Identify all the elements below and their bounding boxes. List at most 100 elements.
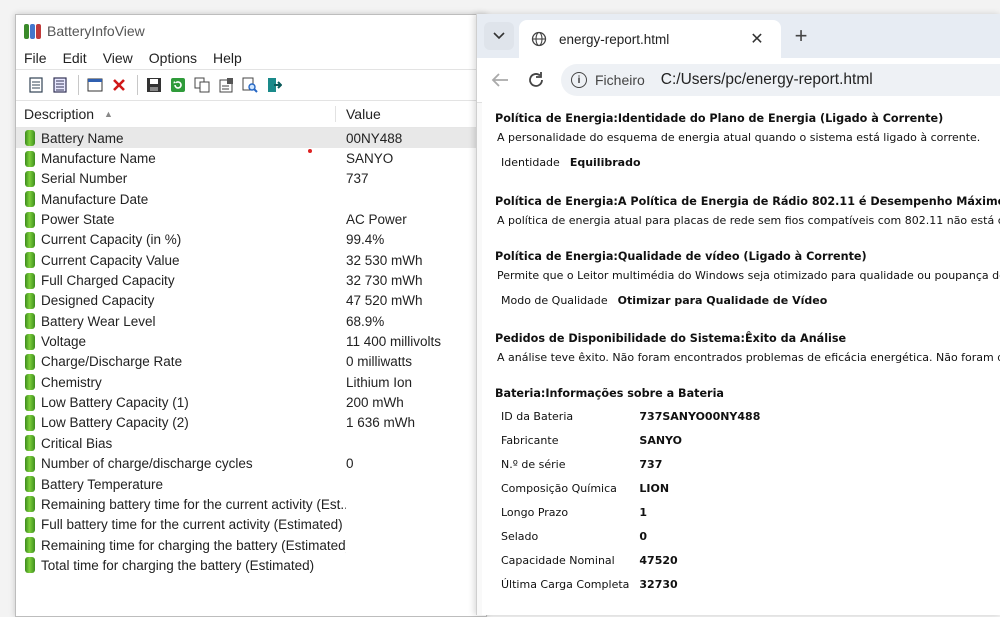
field-label: N.º de série: [501, 457, 566, 471]
tab-title: energy-report.html: [559, 31, 670, 47]
report-section: Bateria:Informações sobre a Bateria ID da…: [495, 387, 760, 596]
toolbar: [16, 69, 486, 101]
find-icon[interactable]: [240, 75, 260, 95]
menu-file[interactable]: File: [24, 50, 47, 66]
row-label: Manufacture Date: [41, 191, 149, 207]
table-row[interactable]: Manufacture Name SANYO: [16, 148, 486, 168]
report-section: Política de Energia:Qualidade de vídeo (…: [495, 250, 1000, 312]
url-field[interactable]: i Ficheiro C:/Users/pc/energy-report.htm…: [561, 64, 1000, 96]
row-label: Number of charge/discharge cycles: [41, 456, 253, 472]
table-row[interactable]: Chemistry Lithium Ion: [16, 372, 486, 392]
table-row[interactable]: Current Capacity Value 32 530 mWh: [16, 250, 486, 270]
reload-icon[interactable]: [525, 69, 547, 91]
tab-search-chevron-down-icon[interactable]: [484, 22, 514, 50]
table-row[interactable]: Critical Bias: [16, 433, 486, 453]
window-title: BatteryInfoView: [47, 23, 145, 39]
table-row[interactable]: Current Capacity (in %) 99.4%: [16, 230, 486, 250]
table-row[interactable]: Battery Temperature: [16, 474, 486, 494]
list-header: Description ▲ Value: [16, 101, 486, 128]
battery-icon: [25, 292, 35, 309]
row-label: Low Battery Capacity (2): [41, 415, 189, 431]
table-row[interactable]: Serial Number 737: [16, 169, 486, 189]
table-row[interactable]: Low Battery Capacity (1) 200 mWh: [16, 392, 486, 412]
field-label: Longo Prazo: [501, 505, 569, 519]
info-icon[interactable]: i: [571, 72, 587, 88]
table-row[interactable]: Battery Name 00NY488: [16, 128, 486, 149]
row-label: Current Capacity Value: [41, 252, 180, 268]
column-header-description[interactable]: Description ▲: [16, 106, 336, 122]
field-row: ID da Bateria 737SANYO00NY488: [501, 404, 760, 428]
section-description: A personalidade do esquema de energia at…: [497, 131, 981, 144]
field-row: Identidade Equilibrado: [501, 150, 641, 174]
row-value: 99.4%: [346, 232, 385, 248]
section-fields: ID da Bateria 737SANYO00NY488 Fabricante SA…: [501, 404, 760, 596]
exit-icon[interactable]: [264, 75, 284, 95]
battery-icon: [25, 191, 35, 208]
red-dot: [308, 149, 312, 153]
table-row[interactable]: Full battery time for the current activi…: [16, 515, 486, 535]
table-row[interactable]: Charge/Discharge Rate 0 milliwatts: [16, 352, 486, 372]
tab-energy-report[interactable]: energy-report.html ✕: [519, 20, 781, 58]
menu-options[interactable]: Options: [149, 50, 197, 66]
energy-report-content: Política de Energia:Identidade do Plano …: [482, 102, 1000, 615]
table-row[interactable]: Low Battery Capacity (2) 1 636 mWh: [16, 413, 486, 433]
row-description-cell: Power State: [16, 211, 346, 228]
table-row[interactable]: Battery Wear Level 68.9%: [16, 311, 486, 331]
field-label: Última Carga Completa: [501, 577, 630, 591]
table-row[interactable]: Power State AC Power: [16, 209, 486, 229]
table-row[interactable]: Designed Capacity 47 520 mWh: [16, 291, 486, 311]
row-label: Critical Bias: [41, 435, 113, 451]
field-label: Identidade: [501, 155, 560, 169]
menu-edit[interactable]: Edit: [63, 50, 87, 66]
menu-view[interactable]: View: [103, 50, 133, 66]
row-description-cell: Current Capacity Value: [16, 252, 346, 269]
row-label: Battery Wear Level: [41, 313, 156, 329]
save-icon[interactable]: [144, 75, 164, 95]
field-label: ID da Bateria: [501, 409, 574, 423]
battery-log-view-icon[interactable]: [50, 75, 70, 95]
section-fields: Identidade Equilibrado: [501, 150, 641, 174]
delete-icon[interactable]: [109, 75, 129, 95]
row-label: Current Capacity (in %): [41, 232, 182, 248]
battery-icon: [25, 130, 35, 147]
row-description-cell: Total time for charging the battery (Est…: [16, 557, 346, 574]
battery-icon: [25, 353, 35, 370]
refresh-icon[interactable]: [168, 75, 188, 95]
section-heading: Política de Energia:Qualidade de vídeo (…: [495, 250, 867, 263]
close-tab-icon[interactable]: ✕: [747, 29, 767, 49]
battery-icon: [25, 496, 35, 513]
battery-icon: [25, 537, 35, 554]
section-heading: Política de Energia:A Política de Energi…: [495, 195, 1000, 208]
battery-icon: [25, 414, 35, 431]
section-heading: Bateria:Informações sobre a Bateria: [495, 387, 724, 400]
section-heading: Pedidos de Disponibilidade do Sistema:Êx…: [495, 332, 847, 345]
field-value: 737: [639, 457, 663, 471]
window-icon[interactable]: [85, 75, 105, 95]
properties-icon[interactable]: [216, 75, 236, 95]
row-description-cell: Current Capacity (in %): [16, 231, 346, 248]
table-row[interactable]: Total time for charging the battery (Est…: [16, 555, 486, 575]
battery-icon: [25, 455, 35, 472]
table-row[interactable]: Number of charge/discharge cycles 0: [16, 454, 486, 474]
table-row[interactable]: Full Charged Capacity 32 730 mWh: [16, 270, 486, 290]
battery-icon: [25, 394, 35, 411]
table-row[interactable]: Remaining battery time for the current a…: [16, 494, 486, 514]
field-value: 32730: [639, 577, 678, 591]
battery-info-view-icon[interactable]: [26, 75, 46, 95]
row-value: 32 530 mWh: [346, 252, 423, 268]
table-row[interactable]: Manufacture Date: [16, 189, 486, 209]
row-label: Remaining time for charging the battery …: [41, 537, 346, 553]
table-row[interactable]: Remaining time for charging the battery …: [16, 535, 486, 555]
table-row[interactable]: Voltage 11 400 millivolts: [16, 331, 486, 351]
menu-help[interactable]: Help: [213, 50, 242, 66]
copy-icon[interactable]: [192, 75, 212, 95]
row-label: Serial Number: [41, 171, 128, 187]
battery-icon: [25, 252, 35, 269]
row-description-cell: Low Battery Capacity (1): [16, 394, 346, 411]
column-header-value[interactable]: Value: [336, 106, 381, 122]
section-fields: Modo de Qualidade Otimizar para Qualidade…: [501, 288, 827, 312]
new-tab-plus-icon[interactable]: +: [789, 23, 813, 48]
row-description-cell: Designed Capacity: [16, 292, 346, 309]
back-arrow-icon[interactable]: [489, 69, 511, 91]
field-row: Composição Química LION: [501, 476, 760, 500]
